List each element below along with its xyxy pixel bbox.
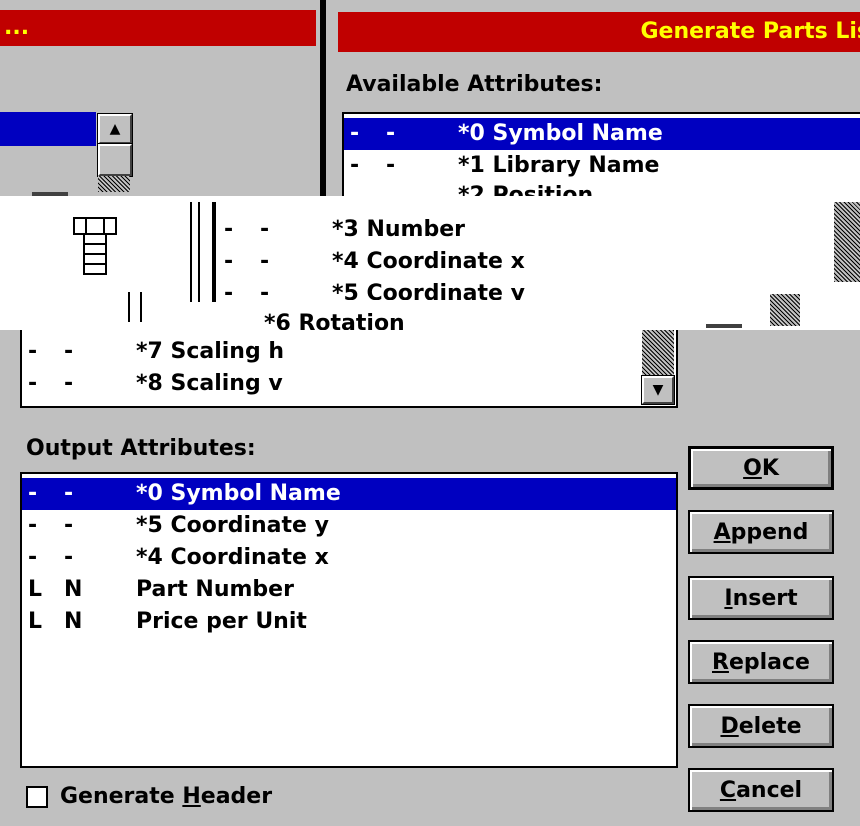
available-row[interactable]: - - *1 Library Name (344, 150, 860, 182)
append-button[interactable]: Append (688, 510, 834, 554)
available-row[interactable]: - - *7 Scaling h (22, 336, 676, 368)
available-row[interactable]: - - *0 Symbol Name (344, 118, 860, 150)
output-row[interactable]: L N Price per Unit (22, 606, 676, 638)
window-separator (320, 0, 326, 196)
glitch-line (140, 292, 142, 322)
glitch-dash (706, 324, 742, 328)
insert-button[interactable]: Insert (688, 576, 834, 620)
left-window-titlebar: ... (0, 10, 316, 46)
scroll-down-arrow-icon[interactable]: ▼ (642, 376, 674, 404)
glitch-line (198, 202, 200, 302)
glitch-line (128, 292, 130, 322)
available-row[interactable]: - - *3 Number (218, 214, 638, 246)
output-row[interactable]: L N Part Number (22, 574, 676, 606)
left-window-list-edge (0, 146, 96, 190)
output-row[interactable]: - - *0 Symbol Name (22, 478, 676, 510)
available-row[interactable]: *6 Rotation (150, 308, 450, 330)
bolt-icon (73, 217, 117, 275)
cancel-button[interactable]: Cancel (688, 768, 834, 812)
left-scroll-thumb[interactable] (98, 144, 132, 176)
generate-header-option[interactable]: Generate Header (26, 784, 272, 809)
left-window-title: ... (4, 15, 30, 40)
dialog-title: Generate Parts Lis (640, 19, 860, 44)
left-scroll-up-icon[interactable]: ▲ (98, 114, 132, 144)
delete-button[interactable]: Delete (688, 704, 834, 748)
available-row[interactable]: - - *4 Coordinate x (218, 246, 638, 278)
dialog-titlebar: Generate Parts Lis (338, 12, 860, 52)
available-attributes-list[interactable]: - - *0 Symbol Name - - *1 Library Name *… (342, 112, 860, 198)
generate-header-checkbox[interactable] (26, 785, 48, 808)
available-attributes-list-lower[interactable]: - - *7 Scaling h - - *8 Scaling v ▼ (20, 330, 678, 408)
available-row[interactable]: - - *5 Coordinate y (218, 278, 638, 300)
glitch-band: - - *3 Number - - *4 Coordinate x - - *5… (0, 196, 860, 330)
available-row[interactable]: - - *8 Scaling v (22, 368, 676, 400)
glitch-scroll-fragment (834, 202, 860, 282)
replace-button[interactable]: Replace (688, 640, 834, 684)
glitch-line (190, 202, 192, 302)
output-attributes-label: Output Attributes: (26, 436, 256, 461)
left-window-list (0, 112, 96, 146)
left-window: ... ▲ (0, 0, 318, 200)
left-scroll-track (98, 176, 130, 192)
generate-header-label: Generate Header (60, 784, 273, 809)
glitch-line (212, 202, 216, 302)
available-scroll-track (642, 330, 674, 376)
ok-button[interactable]: OK (688, 446, 834, 490)
output-row[interactable]: - - *4 Coordinate x (22, 542, 676, 574)
glitch-scroll-fragment (770, 294, 800, 326)
output-attributes-list[interactable]: - - *0 Symbol Name - - *5 Coordinate y -… (20, 472, 678, 768)
available-attributes-label: Available Attributes: (346, 72, 603, 97)
output-row[interactable]: - - *5 Coordinate y (22, 510, 676, 542)
